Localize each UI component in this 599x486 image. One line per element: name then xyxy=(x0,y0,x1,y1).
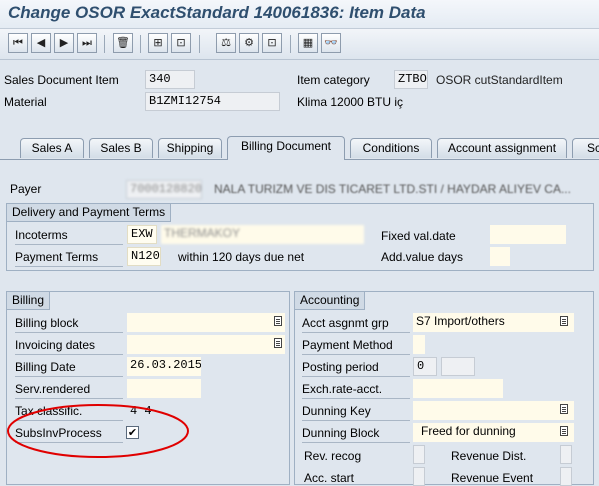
fixed-val-date-label: Fixed val.date xyxy=(381,229,456,243)
material-description: Klima 12000 BTU iç xyxy=(297,95,404,109)
add-value-days-field[interactable] xyxy=(490,247,510,266)
exch-rate-acct-field[interactable] xyxy=(413,379,503,398)
rev-recog-label: Rev. recog xyxy=(304,449,362,463)
serv-rendered-label: Serv.rendered xyxy=(15,380,123,399)
acct-asgnmt-grp-dropdown-icon[interactable] xyxy=(560,316,568,326)
payment-terms-label: Payment Terms xyxy=(15,248,123,267)
exch-rate-acct-label: Exch.rate-acct. xyxy=(302,380,410,399)
item-conditions-icon[interactable]: ⚖ xyxy=(216,33,236,53)
dunning-key-field[interactable] xyxy=(413,401,574,420)
tab-shipping[interactable]: Shipping xyxy=(158,138,222,158)
invoicing-dates-field[interactable] xyxy=(127,335,285,354)
material-field[interactable]: B1ZMI12754 xyxy=(145,92,280,111)
accounting-group-title: Accounting xyxy=(295,292,366,310)
dunning-block-label: Dunning Block xyxy=(302,424,410,443)
payment-terms-field[interactable]: N120 xyxy=(127,247,161,266)
material-label: Material xyxy=(4,95,47,109)
toolbar-separator xyxy=(140,35,141,53)
delivery-payment-terms-title: Delivery and Payment Terms xyxy=(7,204,172,222)
revenue-dist-field[interactable] xyxy=(560,445,572,464)
billing-date-field[interactable]: 26.03.2015 xyxy=(127,357,201,376)
tab-sales-b[interactable]: Sales B xyxy=(89,138,153,158)
incoterms-part2-field[interactable]: THERMAKOY xyxy=(161,225,364,244)
incoterms-label: Incoterms xyxy=(15,226,123,245)
payment-method-field[interactable] xyxy=(413,335,425,354)
toolbar-separator xyxy=(104,35,105,53)
invoicing-dates-matchcode-icon[interactable] xyxy=(274,338,282,348)
acct-asgnmt-grp-field[interactable]: S7 Import/others xyxy=(413,313,574,332)
display-document-header-icon[interactable]: ⊞ xyxy=(148,33,168,53)
revenue-dist-label: Revenue Dist. xyxy=(451,449,527,463)
billing-block-field[interactable] xyxy=(127,313,285,332)
application-toolbar: ⏮ ◀ ▶ ⏭ 🗑 ⊞ ⊡ ⚖ ⚙ ⊡ ▦ 👓 xyxy=(0,29,599,60)
payer-description: NALA TURIZM VE DIS TICARET LTD.STI / HAY… xyxy=(214,182,571,196)
dunning-block-field[interactable]: Freed for dunning xyxy=(413,423,574,442)
posting-period-field[interactable]: 0 xyxy=(413,357,437,376)
posting-period-label: Posting period xyxy=(302,358,410,377)
dunning-block-dropdown-icon[interactable] xyxy=(560,426,568,436)
highlight-annotation xyxy=(7,404,189,458)
payment-terms-description: within 120 days due net xyxy=(178,250,305,264)
invoicing-dates-label: Invoicing dates xyxy=(15,336,123,355)
acct-asgnmt-grp-label: Acct asgnmt grp xyxy=(302,314,410,333)
acc-start-field[interactable] xyxy=(413,467,425,486)
sales-doc-item-label: Sales Document Item xyxy=(4,73,119,87)
payer-label: Payer xyxy=(10,182,42,196)
posting-period-year-field[interactable] xyxy=(441,357,475,376)
billing-date-label: Billing Date xyxy=(15,358,123,377)
glasses-icon[interactable]: 👓 xyxy=(321,33,341,53)
item-overview-icon[interactable]: ⊡ xyxy=(171,33,191,53)
item-category-label: Item category xyxy=(297,73,370,87)
dunning-key-label: Dunning Key xyxy=(302,402,410,421)
item-partners-icon[interactable]: ⊡ xyxy=(262,33,282,53)
tab-account-assignment[interactable]: Account assignment xyxy=(437,138,567,158)
toolbar-separator xyxy=(290,35,291,53)
billing-block-label: Billing block xyxy=(15,314,123,333)
sales-doc-item-field[interactable]: 340 xyxy=(145,70,195,89)
payer-field[interactable]: 7000128820 xyxy=(126,180,202,199)
tab-conditions[interactable]: Conditions xyxy=(350,138,432,158)
highlight-ellipse xyxy=(7,404,189,458)
rev-recog-field[interactable] xyxy=(413,445,425,464)
serv-rendered-field[interactable] xyxy=(127,379,201,398)
item-category-description: OSOR cutStandardItem xyxy=(436,73,563,87)
tab-schedule-lines[interactable]: Sc xyxy=(572,138,599,158)
toolbar-separator xyxy=(199,35,200,53)
incoterms-field[interactable]: EXW xyxy=(127,225,157,244)
fixed-val-date-field[interactable] xyxy=(490,225,566,244)
delete-icon[interactable]: 🗑 xyxy=(113,33,133,53)
last-item-icon[interactable]: ⏭ xyxy=(77,33,97,53)
billing-group-title: Billing xyxy=(7,292,51,310)
next-item-icon[interactable]: ▶ xyxy=(54,33,74,53)
add-value-days-label: Add.value days xyxy=(381,250,464,264)
item-schedule-lines-icon[interactable]: ⚙ xyxy=(239,33,259,53)
window-title: Change OSOR ExactStandard 140061836: Ite… xyxy=(8,3,426,22)
calculator-icon[interactable]: ▦ xyxy=(298,33,318,53)
tab-sales-a[interactable]: Sales A xyxy=(20,138,84,158)
previous-item-icon[interactable]: ◀ xyxy=(31,33,51,53)
payment-method-label: Payment Method xyxy=(302,336,410,355)
billing-block-matchcode-icon[interactable] xyxy=(274,316,282,326)
title-bar: Change OSOR ExactStandard 140061836: Ite… xyxy=(0,0,599,29)
dunning-key-dropdown-icon[interactable] xyxy=(560,404,568,414)
revenue-event-field[interactable] xyxy=(560,467,572,486)
item-category-field[interactable]: ZTBO xyxy=(394,70,428,89)
tab-billing-document[interactable]: Billing Document xyxy=(227,136,345,160)
first-item-icon[interactable]: ⏮ xyxy=(8,33,28,53)
